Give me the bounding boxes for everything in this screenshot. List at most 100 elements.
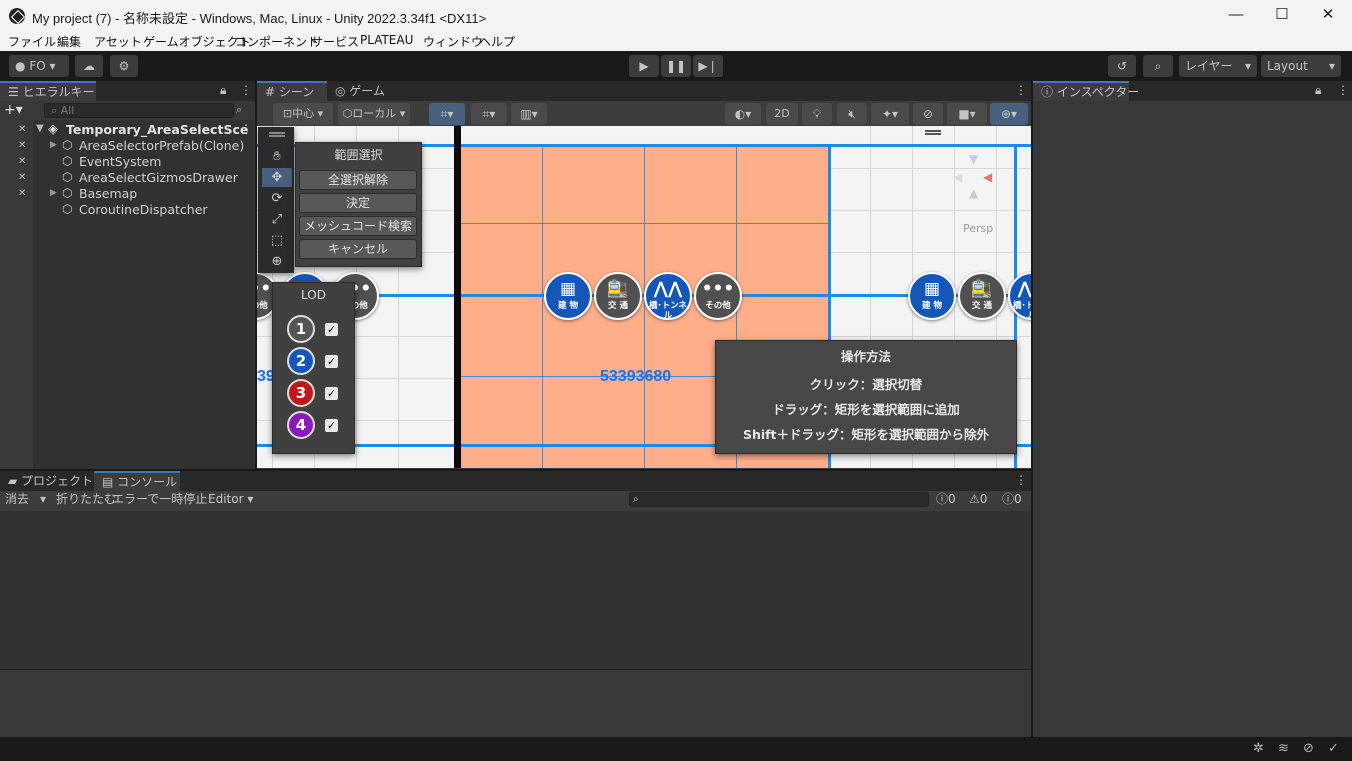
cloud-icon[interactable]: ☁ <box>75 55 103 77</box>
space-dropdown[interactable]: ⬡ローカル ▾ <box>338 103 410 125</box>
console-search-input[interactable]: ⌕ <box>629 492 929 507</box>
menu-services[interactable]: サービス <box>311 33 359 50</box>
lod3-checkbox[interactable]: ✓ <box>325 387 338 400</box>
maximize-button[interactable]: ☐ <box>1259 0 1305 32</box>
scale-tool-icon[interactable]: ⤢ <box>262 210 292 229</box>
collapse-button[interactable]: 折りたたむ <box>56 490 116 509</box>
gizmos-dropdown[interactable]: ⊕▾ <box>990 103 1028 125</box>
search-filter-icon[interactable]: ⌕ <box>236 103 250 117</box>
close-button[interactable]: ✕ <box>1305 0 1351 32</box>
menu-window[interactable]: ウィンドウ <box>423 33 483 50</box>
tab-project[interactable]: ▰ プロジェクト <box>0 471 93 491</box>
menu-help[interactable]: ヘルプ <box>479 33 515 50</box>
hand-tool-icon[interactable]: ✋︎ <box>262 147 292 166</box>
add-object-button[interactable]: +▾ <box>4 102 34 118</box>
error-pause-button[interactable]: エラーで一時停止 <box>112 490 207 509</box>
more-menu-icon[interactable]: ⋮ <box>1337 83 1349 97</box>
grid-visibility-toggle[interactable]: ⌗▾ <box>471 103 507 125</box>
other-icon[interactable]: ••• その他 <box>694 272 742 320</box>
rotate-tool-icon[interactable]: ⟳ <box>262 189 292 208</box>
camera-dropdown[interactable]: ■▾ <box>947 103 987 125</box>
account-dropdown[interactable]: ● FO ▾ <box>9 55 69 77</box>
mesh-code-search-button[interactable]: メッシュコード検索 <box>299 216 417 236</box>
bridge-tunnel-icon[interactable]: ⋀⋀橋･トンネル <box>1008 272 1031 321</box>
lod1-checkbox[interactable]: ✓ <box>325 323 338 336</box>
clear-button[interactable]: 消去 <box>5 490 29 509</box>
menu-component[interactable]: コンポーネント <box>235 33 319 50</box>
hierarchy-search-input[interactable]: ⌕ All <box>44 103 234 118</box>
deselect-all-button[interactable]: 全選択解除 <box>299 170 417 190</box>
lod2-checkbox[interactable]: ✓ <box>325 355 338 368</box>
tab-scene[interactable]: # シーン <box>257 81 327 101</box>
clear-dropdown-icon[interactable]: ▾ <box>36 490 50 509</box>
progress-status-icon[interactable]: ✓ <box>1328 741 1339 756</box>
bridge-tunnel-icon[interactable]: ⋀⋀橋･トンネル <box>644 272 692 321</box>
grid-snap-toggle[interactable]: ⌗▾ <box>429 103 465 125</box>
history-icon[interactable]: ↺ <box>1108 55 1136 77</box>
rect-tool-icon[interactable]: ⬚ <box>262 231 292 250</box>
visibility-icon[interactable]: ✕ <box>18 188 32 200</box>
building-icon[interactable]: ▦ 建 物 <box>908 272 956 320</box>
effects-dropdown[interactable]: ✦▾ <box>871 103 909 125</box>
pause-button[interactable]: ❚❚ <box>661 55 691 77</box>
lighting-status-icon[interactable]: ✲ <box>1253 741 1264 756</box>
lock-icon[interactable]: 🔒︎ <box>220 83 226 98</box>
lighting-toggle[interactable]: 💡︎ <box>802 103 832 125</box>
menu-edit[interactable]: 編集 <box>57 33 81 50</box>
hierarchy-item[interactable]: AreaSelectorPrefab(Clone) <box>79 138 244 154</box>
visibility-icon[interactable]: ✕ <box>18 140 32 152</box>
hierarchy-item[interactable]: Basemap <box>79 186 137 202</box>
hierarchy-item[interactable]: EventSystem <box>79 154 161 170</box>
visibility-icon[interactable]: ✕ <box>18 124 32 136</box>
hidden-objects-toggle[interactable]: ⊘ <box>913 103 943 125</box>
expand-arrow-icon[interactable]: ▶ <box>50 140 57 150</box>
debug-status-icon[interactable]: ⊘ <box>1303 741 1314 756</box>
scene-root-item[interactable]: Temporary_AreaSelectSce <box>66 122 248 138</box>
drag-handle-icon[interactable] <box>925 130 941 132</box>
menu-assets[interactable]: アセット <box>94 33 142 50</box>
audio-toggle[interactable]: 🔇︎ <box>837 103 867 125</box>
console-log-area[interactable] <box>0 511 1031 669</box>
hierarchy-item[interactable]: AreaSelectGizmosDrawer <box>79 170 238 186</box>
more-menu-icon[interactable]: ⋮ <box>1015 473 1027 487</box>
editor-dropdown[interactable]: Editor ▾ <box>208 490 253 509</box>
info-filter-button[interactable]: ⓘ0 <box>936 490 956 509</box>
search-icon[interactable]: ⌕ <box>1143 55 1173 77</box>
step-button[interactable]: ▶❘ <box>693 55 723 77</box>
pivot-dropdown[interactable]: ⊡中心 ▾ <box>273 103 333 125</box>
visibility-icon[interactable]: ✕ <box>18 156 32 168</box>
building-icon[interactable]: ▦ 建 物 <box>544 272 592 320</box>
2d-toggle[interactable]: 2D <box>766 103 798 125</box>
cancel-button[interactable]: キャンセル <box>299 239 417 259</box>
cache-status-icon[interactable]: ≋ <box>1278 741 1289 756</box>
menu-file[interactable]: ファイル <box>8 33 56 50</box>
tab-inspector[interactable]: ⓘ インスペクター <box>1033 81 1139 101</box>
lod4-checkbox[interactable]: ✓ <box>325 419 338 432</box>
tab-game[interactable]: ◎ ゲーム <box>335 81 395 101</box>
persp-label[interactable]: Persp <box>963 222 993 235</box>
lock-icon[interactable]: 🔒︎ <box>1315 83 1321 98</box>
transform-tool-icon[interactable]: ⊕ <box>262 252 292 271</box>
menu-plateau[interactable]: PLATEAU <box>360 33 413 47</box>
more-menu-icon[interactable]: ⋮ <box>240 83 252 97</box>
confirm-button[interactable]: 決定 <box>299 193 417 213</box>
tab-console[interactable]: ▤ コンソール <box>94 471 180 491</box>
drag-handle-icon[interactable] <box>269 132 285 134</box>
draw-mode-dropdown[interactable]: ◐▾ <box>725 103 761 125</box>
visibility-icon[interactable]: ✕ <box>18 172 32 184</box>
expand-arrow-icon[interactable]: ▶ <box>50 188 57 198</box>
more-menu-icon[interactable]: ⋮ <box>1015 83 1027 97</box>
scene-expand-arrow[interactable]: ▼ <box>36 123 44 134</box>
scene-more-icon[interactable]: ⋮ <box>240 122 252 136</box>
traffic-icon[interactable]: 🚉 交 通 <box>958 272 1006 320</box>
traffic-icon[interactable]: 🚉 交 通 <box>594 272 642 320</box>
hierarchy-item[interactable]: CoroutineDispatcher <box>79 202 208 218</box>
scene-viewport[interactable]: ▼ ◀ ◀ ▲ Persp 53393680 39 53393 ▦建 物 🚉交 … <box>257 126 1031 468</box>
layout-dropdown[interactable]: Layout ▾ <box>1261 55 1341 77</box>
warning-filter-button[interactable]: ⚠0 <box>969 490 987 509</box>
collab-gear-icon[interactable]: ⚙ <box>110 55 138 77</box>
layers-dropdown[interactable]: レイヤー ▾ <box>1179 55 1257 77</box>
increment-snap-toggle[interactable]: ▥▾ <box>511 103 547 125</box>
play-button[interactable]: ▶ <box>629 55 659 77</box>
orientation-gizmo[interactable]: ▼ ◀ ◀ ▲ Persp <box>947 146 1017 236</box>
